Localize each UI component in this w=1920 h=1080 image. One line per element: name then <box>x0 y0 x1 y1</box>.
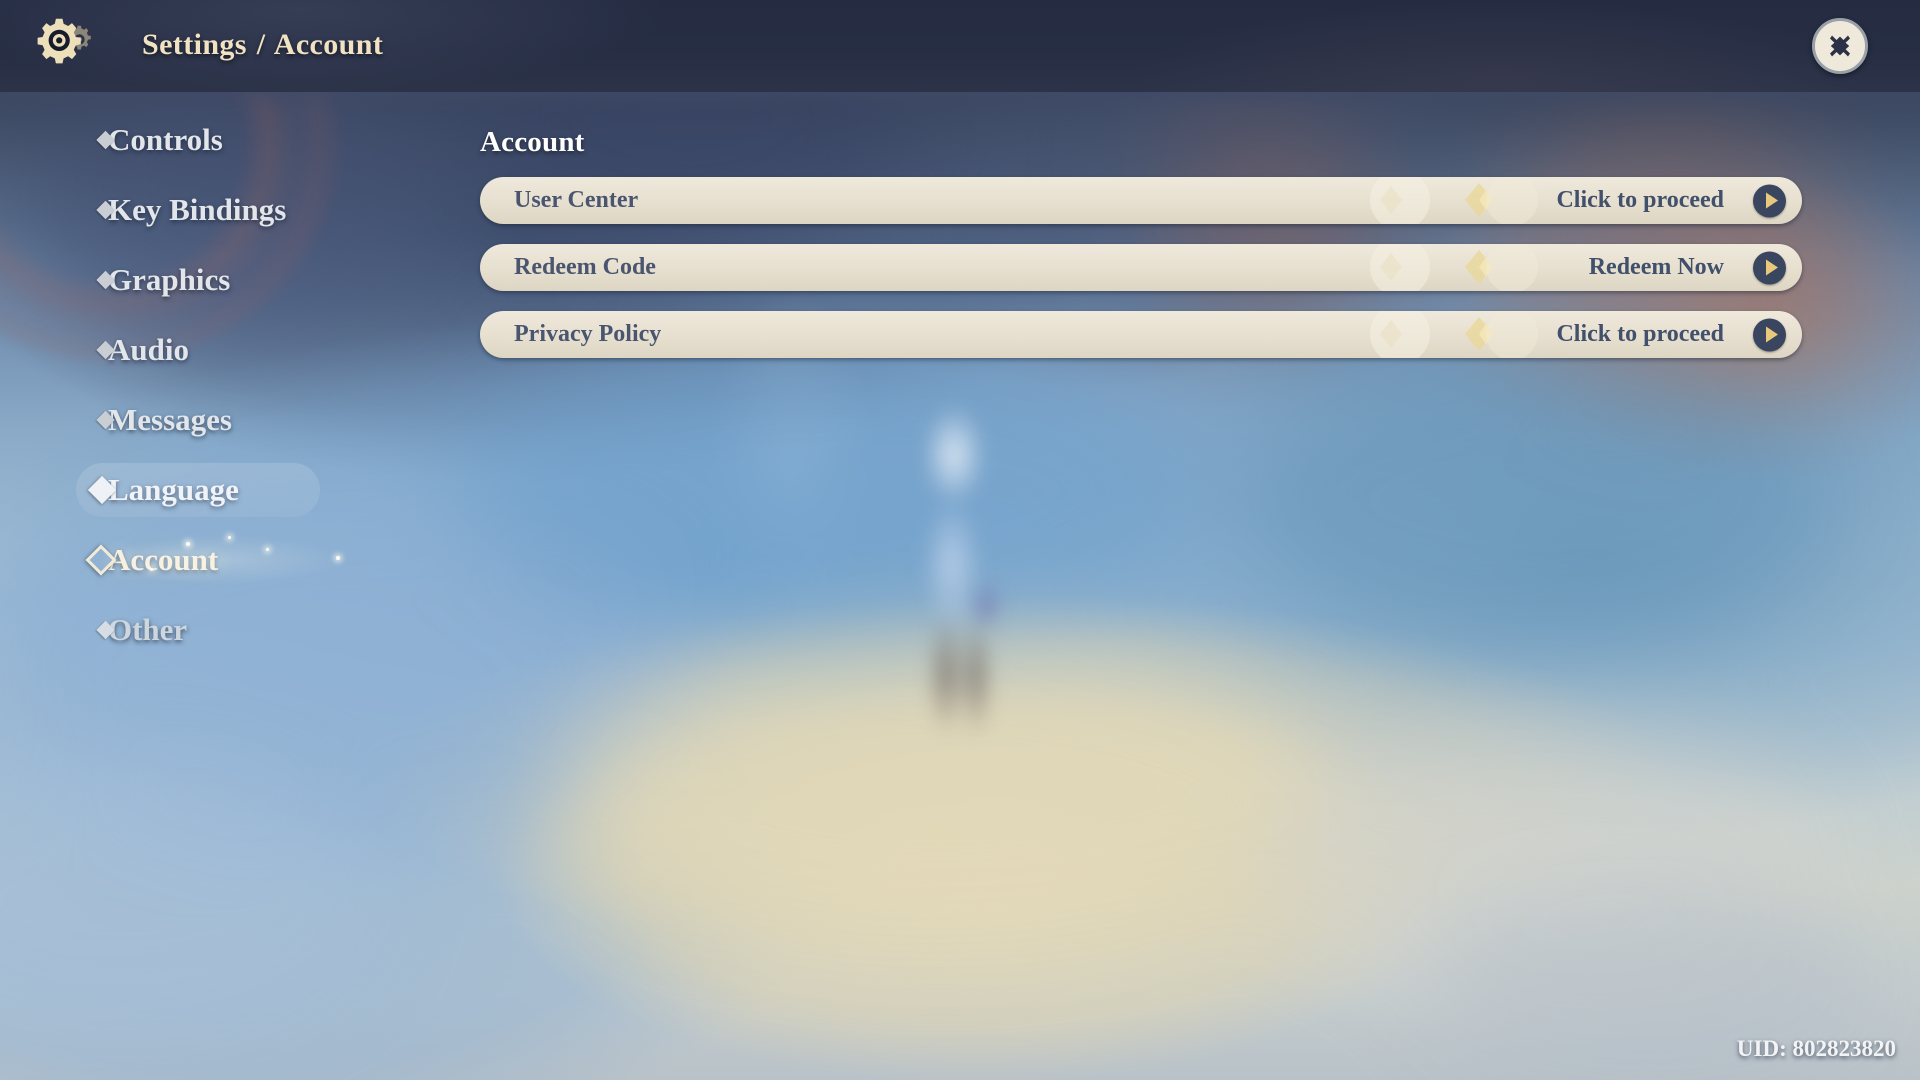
sidebar-item-graphics[interactable]: Graphics <box>0 254 420 306</box>
sidebar-item-controls[interactable]: Controls <box>0 114 420 166</box>
sidebar-item-key-bindings[interactable]: Key Bindings <box>0 184 420 236</box>
sidebar-item-audio[interactable]: Audio <box>0 324 420 376</box>
sparkle-particle <box>228 536 231 539</box>
row-action-label: Redeem Now <box>1588 254 1724 280</box>
account-row-redeem-code[interactable]: Redeem Code Redeem Now <box>480 244 1802 291</box>
breadcrumb-root[interactable]: Settings <box>142 28 247 61</box>
sidebar-item-label: Audio <box>108 332 189 367</box>
sidebar-item-label: Messages <box>108 402 232 437</box>
row-label: Redeem Code <box>514 254 656 280</box>
diamond-bullet-icon <box>87 475 117 505</box>
sidebar-item-label: Controls <box>108 122 223 157</box>
chevron-right-icon[interactable] <box>1753 251 1786 284</box>
breadcrumb: Settings / Account <box>142 28 383 62</box>
settings-sidebar: Controls Key Bindings Graphics Audio Mes… <box>0 114 420 674</box>
background-character-silhouette <box>880 395 1030 735</box>
account-row-user-center[interactable]: User Center Click to proceed <box>480 177 1802 224</box>
page-title: Account <box>480 126 585 158</box>
chevron-right-icon[interactable] <box>1753 184 1786 217</box>
chevron-right-icon[interactable] <box>1753 318 1786 351</box>
account-row-privacy-policy[interactable]: Privacy Policy Click to proceed <box>480 311 1802 358</box>
settings-overlay: Settings / Account Controls Key Bindings… <box>0 0 1920 1080</box>
sidebar-item-label: Account <box>108 542 219 577</box>
sidebar-item-messages[interactable]: Messages <box>0 394 420 446</box>
gear-icon <box>34 14 98 78</box>
sidebar-item-label: Graphics <box>108 262 231 297</box>
sidebar-item-label: Other <box>108 612 188 647</box>
row-label: User Center <box>514 187 639 213</box>
sidebar-item-account[interactable]: Account <box>0 524 420 596</box>
row-action-label: Click to proceed <box>1556 187 1724 213</box>
breadcrumb-current: Account <box>273 28 384 61</box>
sparkle-particle <box>266 548 269 551</box>
close-button[interactable] <box>1812 18 1868 74</box>
sidebar-item-label: Language <box>108 472 239 507</box>
settings-header-bar: Settings / Account <box>0 0 1920 92</box>
close-icon <box>1830 35 1850 57</box>
uid-label: UID: 802823820 <box>1736 1036 1896 1061</box>
sidebar-item-other[interactable]: Other <box>0 604 420 656</box>
account-panel: Account User Center Click to proceed Red… <box>480 126 1810 378</box>
sidebar-item-language[interactable]: Language <box>0 463 420 517</box>
sidebar-item-label: Key Bindings <box>108 192 287 227</box>
row-action-label: Click to proceed <box>1556 321 1724 347</box>
breadcrumb-separator: / <box>256 28 266 61</box>
row-label: Privacy Policy <box>514 321 662 347</box>
sparkle-particle <box>336 556 340 560</box>
